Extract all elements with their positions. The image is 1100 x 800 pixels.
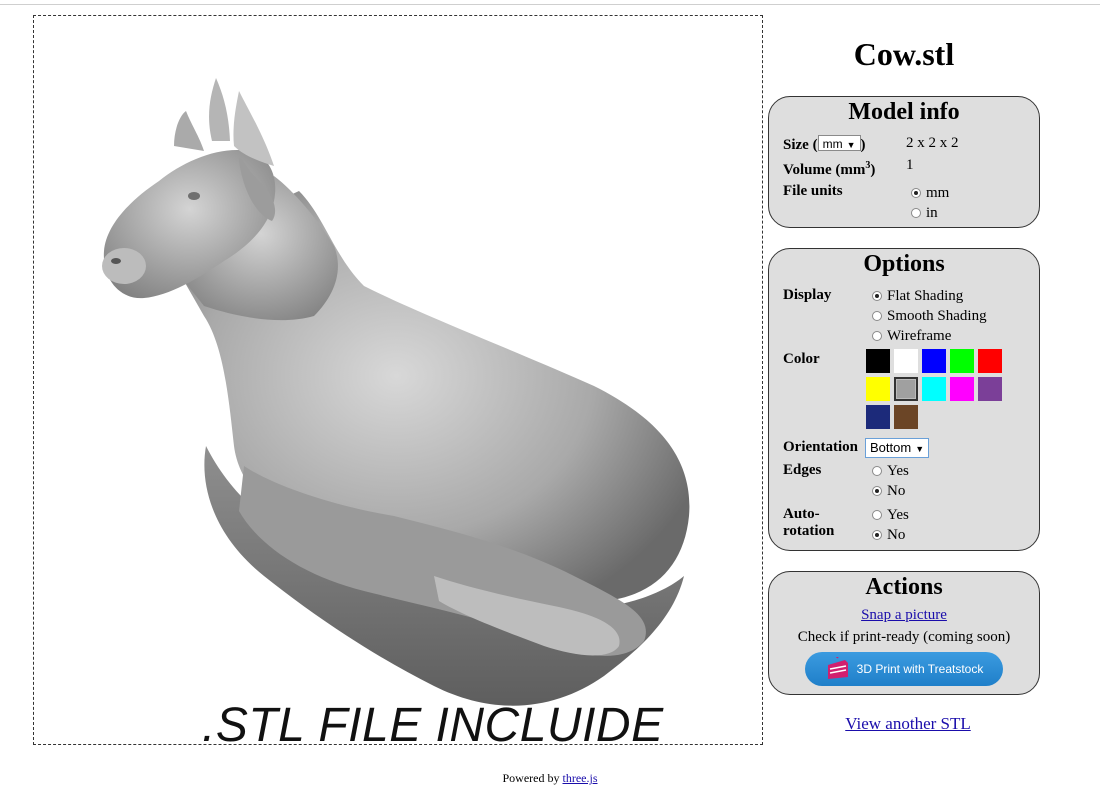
footer-prefix: Powered by xyxy=(502,771,563,785)
edges-option-no[interactable]: No xyxy=(872,483,905,500)
actions-heading: Actions xyxy=(865,574,943,600)
autorotation-option-label: No xyxy=(887,527,906,543)
volume-label: Volume (mm xyxy=(783,162,866,178)
file-units-option-label: in xyxy=(926,205,938,221)
chevron-down-icon: ▼ xyxy=(846,140,856,150)
orientation-label: Orientation xyxy=(783,439,858,455)
snap-picture-link[interactable]: Snap a picture xyxy=(769,607,1039,624)
view-another-link[interactable]: View another STL xyxy=(768,714,1048,734)
volume-row: Volume (mm3) xyxy=(783,160,875,179)
volume-value: 1 xyxy=(906,157,914,173)
model-info-panel: Model info Size (mm ▼) 2 x 2 x 2 Volume (… xyxy=(768,96,1040,228)
radio-icon xyxy=(911,188,921,198)
radio-icon xyxy=(872,486,882,496)
autorotation-label-line2: rotation xyxy=(783,523,835,539)
radio-icon xyxy=(872,530,882,540)
edges-option-yes[interactable]: Yes xyxy=(872,463,909,480)
radio-icon xyxy=(872,311,882,321)
orientation-select-wrap: Bottom ▼ xyxy=(865,438,930,458)
file-units-option-in[interactable]: in xyxy=(911,205,938,222)
color-label: Color xyxy=(783,351,820,367)
size-row: Size (mm ▼) xyxy=(783,135,866,154)
size-unit-select[interactable]: mm ▼ xyxy=(817,135,861,151)
orientation-select[interactable]: Bottom ▼ xyxy=(865,438,930,458)
radio-icon xyxy=(911,208,921,218)
chevron-down-icon: ▼ xyxy=(915,444,925,454)
edges-option-label: Yes xyxy=(887,463,909,479)
file-units-option-mm[interactable]: mm xyxy=(911,185,949,202)
size-label: Size ( xyxy=(783,137,818,153)
orientation-value: Bottom xyxy=(870,440,912,455)
color-swatch[interactable] xyxy=(950,377,974,401)
top-divider xyxy=(0,4,1100,5)
size-unit-value: mm xyxy=(822,137,843,151)
edges-option-label: No xyxy=(887,483,906,499)
options-heading: Options xyxy=(863,251,945,277)
color-swatch[interactable] xyxy=(894,377,918,401)
model-info-heading: Model info xyxy=(848,99,960,125)
threejs-link[interactable]: three.js xyxy=(563,771,598,785)
color-swatch[interactable] xyxy=(978,349,1002,373)
footer: Powered by three.js xyxy=(0,771,1100,786)
radio-icon xyxy=(872,466,882,476)
autorotation-label: Auto- rotation xyxy=(783,506,834,540)
model-viewer-canvas[interactable]: .STL FILE INCLUIDE xyxy=(33,15,763,745)
radio-icon xyxy=(872,291,882,301)
autorotation-option-label: Yes xyxy=(887,507,909,523)
color-swatch[interactable] xyxy=(866,349,890,373)
color-swatch[interactable] xyxy=(866,405,890,429)
display-option-label: Smooth Shading xyxy=(887,308,987,324)
color-swatch[interactable] xyxy=(922,349,946,373)
autorotation-label-line1: Auto- xyxy=(783,506,820,522)
display-option-flat[interactable]: Flat Shading xyxy=(872,288,963,305)
size-value: 2 x 2 x 2 xyxy=(906,135,959,151)
autorotation-option-no[interactable]: No xyxy=(872,527,905,544)
display-option-wireframe[interactable]: Wireframe xyxy=(872,328,951,345)
display-label: Display xyxy=(783,287,832,303)
color-swatch[interactable] xyxy=(894,349,918,373)
display-option-label: Flat Shading xyxy=(887,288,964,304)
color-swatch[interactable] xyxy=(950,349,974,373)
file-units-option-label: mm xyxy=(926,185,950,201)
color-swatch[interactable] xyxy=(894,405,918,429)
file-units-label: File units xyxy=(783,183,843,199)
cow-model-render xyxy=(102,78,690,706)
display-option-smooth[interactable]: Smooth Shading xyxy=(872,308,987,325)
color-swatch[interactable] xyxy=(978,377,1002,401)
actions-panel: Actions Snap a picture Check if print-re… xyxy=(768,571,1040,695)
3d-print-button-label: 3D Print with Treatstock xyxy=(856,662,984,676)
autorotation-option-yes[interactable]: Yes xyxy=(872,507,909,524)
display-option-label: Wireframe xyxy=(887,328,952,344)
volume-label-close: ) xyxy=(870,162,876,178)
cake-icon xyxy=(827,657,848,679)
edges-label: Edges xyxy=(783,462,822,478)
size-label-close: ) xyxy=(860,137,866,153)
color-swatch[interactable] xyxy=(922,377,946,401)
3d-print-button[interactable]: 3D Print with Treatstock xyxy=(805,652,1003,686)
radio-icon xyxy=(872,510,882,520)
options-panel: Options Display Flat Shading Smooth Shad… xyxy=(768,248,1040,551)
file-title: Cow.stl xyxy=(853,36,955,72)
radio-icon xyxy=(872,331,882,341)
print-ready-text: Check if print-ready (coming soon) xyxy=(797,629,1011,645)
color-swatch[interactable] xyxy=(866,377,890,401)
overlay-caption: .STL FILE INCLUIDE xyxy=(202,699,664,745)
